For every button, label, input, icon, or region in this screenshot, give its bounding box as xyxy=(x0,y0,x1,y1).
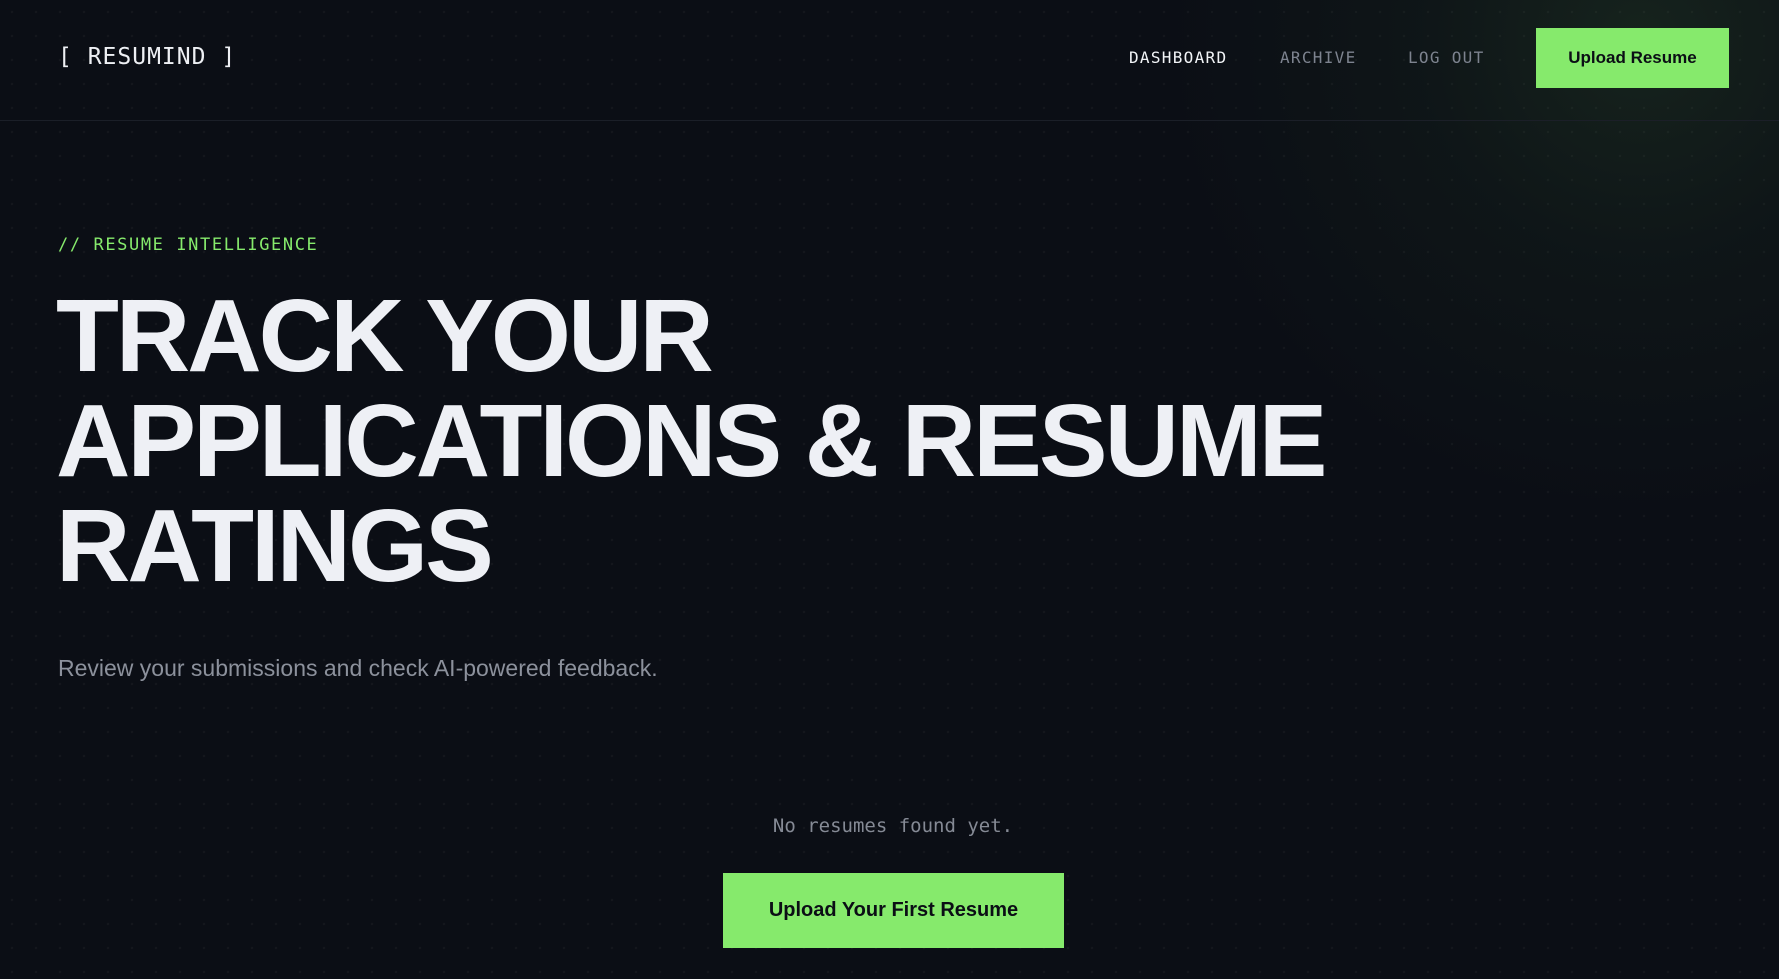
nav-link-archive[interactable]: ARCHIVE xyxy=(1280,47,1357,69)
page-title-line: RATINGS xyxy=(56,488,494,603)
section-eyebrow: // RESUME INTELLIGENCE xyxy=(58,235,319,255)
nav-link-logout[interactable]: LOG OUT xyxy=(1408,47,1485,69)
upload-first-resume-button[interactable]: Upload Your First Resume xyxy=(723,873,1064,948)
top-navigation-bar: [ RESUMIND ] DASHBOARD ARCHIVE LOG OUT U… xyxy=(0,0,1779,121)
nav-link-dashboard[interactable]: DASHBOARD xyxy=(1129,47,1227,69)
page-subtitle: Review your submissions and check AI-pow… xyxy=(58,655,658,681)
page-title-line: TRACK YOUR xyxy=(56,278,714,393)
empty-state-message: No resumes found yet. xyxy=(772,815,1014,837)
logo[interactable]: [ RESUMIND ] xyxy=(58,40,236,74)
upload-resume-button[interactable]: Upload Resume xyxy=(1536,28,1729,88)
page-title: TRACK YOUR APPLICATIONS & RESUME RATINGS xyxy=(56,283,1356,598)
page-title-line: APPLICATIONS & RESUME xyxy=(56,383,1327,498)
